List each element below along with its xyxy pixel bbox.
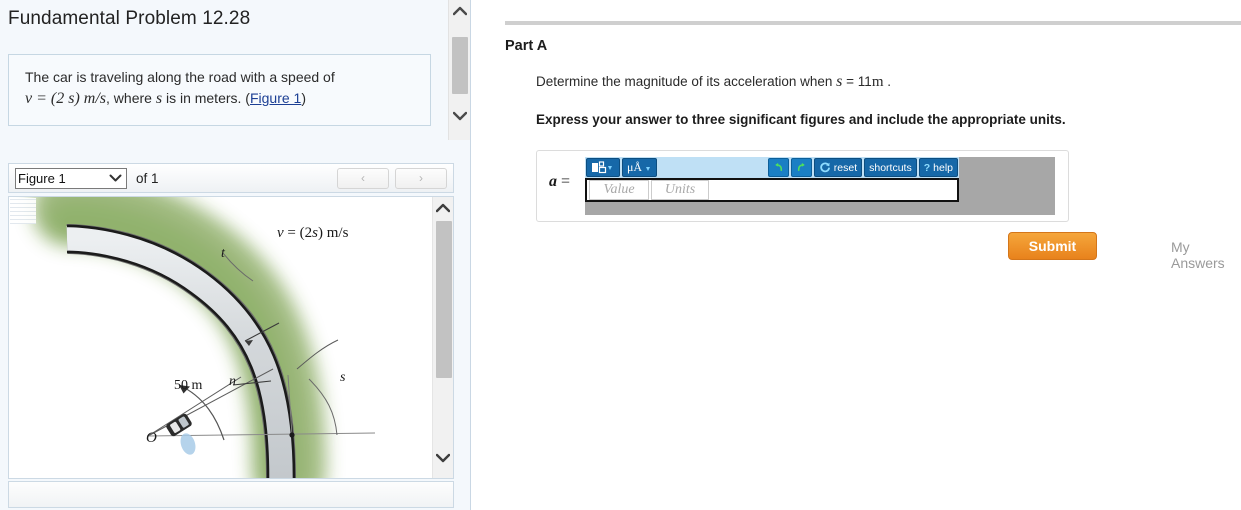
undo-icon[interactable] — [767, 158, 789, 177]
template-menu-button[interactable] — [586, 158, 620, 177]
figure-bottom-bar — [8, 481, 454, 508]
problem-panel: Fundamental Problem 12.28 The car is tra… — [0, 0, 471, 510]
answer-variable-label: a = — [549, 173, 571, 190]
figure-origin-label: O — [146, 430, 157, 446]
reset-label: reset — [833, 161, 858, 174]
page-title: Fundamental Problem 12.28 — [8, 8, 251, 29]
question-text: Determine the magnitude of its accelerat… — [536, 73, 891, 91]
answer-panel: Part A Determine the magnitude of its ac… — [471, 0, 1241, 510]
statement-velocity-expression: v = (2 s) m/s — [25, 90, 107, 107]
statement-text-a: , where — [106, 90, 156, 106]
question-suffix: . — [883, 74, 891, 89]
figure-next-button[interactable]: › — [395, 167, 447, 189]
math-toolbar-actions: reset shortcuts ? help — [767, 158, 959, 177]
page-root: Fundamental Problem 12.28 The car is tra… — [0, 0, 1241, 510]
figure-select[interactable]: Figure 1 — [15, 167, 127, 189]
problem-scroll-thumb[interactable] — [452, 37, 468, 94]
figure-select-value: Figure 1 — [18, 170, 66, 186]
figure-scroll-down-icon[interactable] — [433, 447, 453, 469]
chevron-down-icon — [109, 171, 122, 186]
scroll-down-icon[interactable] — [449, 105, 470, 127]
question-unit: m — [871, 74, 884, 90]
figure-scroll-up-icon[interactable] — [433, 197, 453, 219]
statement-text-b: is in meters. ( — [162, 90, 250, 106]
reset-button[interactable]: reset — [813, 158, 863, 177]
units-input[interactable]: Units — [651, 180, 709, 200]
math-entry-pad: μÅ reset shortcuts ? help Value Units — [585, 157, 1055, 215]
figure-prev-button[interactable]: ‹ — [337, 167, 389, 189]
figure-speed-label: v = (2s) m/s — [277, 225, 349, 241]
shortcuts-button[interactable]: shortcuts — [864, 158, 917, 177]
section-divider — [505, 21, 1241, 25]
figure-arc-label: s — [340, 370, 346, 385]
template-icon — [592, 161, 612, 174]
question-prefix: Determine the magnitude of its accelerat… — [536, 74, 837, 89]
problem-statement-box: The car is traveling along the road with… — [8, 54, 431, 126]
shortcuts-label: shortcuts — [869, 161, 912, 174]
help-label: help — [933, 161, 953, 174]
figure-normal-label: n — [229, 374, 236, 389]
figure-ruler-corner — [10, 198, 36, 224]
figure-viewport: v = (2s) m/s 50 m O t n s — [8, 196, 454, 479]
redo-icon[interactable] — [790, 158, 812, 177]
figure-count-label: of 1 — [136, 170, 159, 186]
figure-nav-buttons: ‹ › — [337, 167, 447, 189]
answer-variable-a: a — [549, 173, 557, 190]
figure-scrollbar[interactable] — [432, 197, 453, 478]
answer-input-row: Value Units — [585, 178, 959, 202]
statement-line-2: v = (2 s) m/s, where s is in meters. (Fi… — [25, 88, 414, 109]
figure-1-link[interactable]: Figure 1 — [250, 90, 301, 106]
reset-circle-icon — [820, 162, 830, 172]
figure-scroll-thumb[interactable] — [436, 221, 452, 378]
answer-widget: a = μÅ reset shortcuts ? help Value Unit… — [536, 150, 1069, 222]
math-toolbar: μÅ reset shortcuts ? help — [585, 157, 959, 178]
help-button[interactable]: ? help — [918, 158, 958, 177]
figure-radius-label: 50 m — [174, 378, 203, 393]
part-a-heading: Part A — [505, 38, 548, 54]
answer-instruction: Express your answer to three significant… — [536, 112, 1066, 127]
question-mark-icon: ? — [923, 161, 931, 174]
submit-button[interactable]: Submit — [1008, 232, 1097, 260]
scroll-up-icon[interactable] — [449, 0, 470, 22]
statement-text-c: ) — [301, 90, 306, 106]
problem-scrollbar[interactable] — [448, 0, 470, 140]
road-curve-diagram: v = (2s) m/s 50 m O t n s — [32, 197, 376, 478]
my-answers-link[interactable]: My Answers — [1171, 239, 1241, 271]
question-equals: = 11 — [842, 74, 872, 89]
units-menu-button[interactable]: μÅ — [622, 158, 658, 177]
statement-line-1: The car is traveling along the road with… — [25, 69, 335, 85]
figure-image: v = (2s) m/s 50 m O t n s — [9, 197, 433, 478]
value-input[interactable]: Value — [589, 180, 649, 200]
figure-toolbar: Figure 1 of 1 ‹ › — [8, 163, 454, 193]
